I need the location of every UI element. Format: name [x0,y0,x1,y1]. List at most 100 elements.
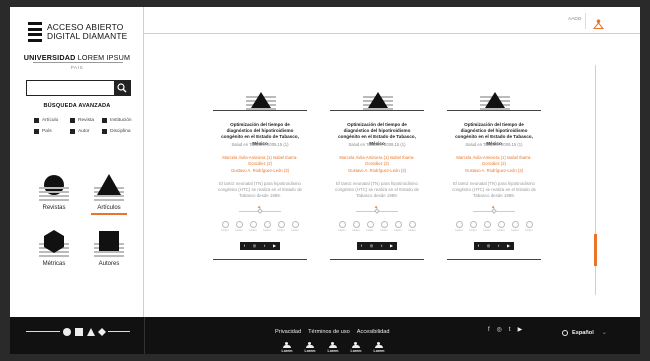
category-label: Artículos [97,205,121,211]
filter-label: Disciplina [110,129,131,134]
footer-link-privacidad[interactable]: Privacidad [275,329,301,335]
category-articulos[interactable]: Artículos [89,172,129,215]
metric-item[interactable]: Lorem [469,221,477,232]
language-selector[interactable]: Español ⌄ [562,329,607,336]
authors-line[interactable]: Marcela Ávila-Aminiera (1) Isabel Ibarra… [215,155,305,168]
authors-line[interactable]: Gustavo A. Rodríguez-León (3) [215,168,305,174]
account-button[interactable] [592,16,605,34]
search-button[interactable] [114,81,130,95]
authors-line[interactable]: Gustavo A. Rodríguez-León (3) [332,168,422,174]
filter-institucion[interactable]: Institución [102,118,138,123]
metric-item[interactable]: Lorem [352,221,360,232]
login-link[interactable]: AADD [568,17,581,22]
authors-line[interactable]: Gustavo A. Rodríguez-León (3) [449,168,539,174]
checkbox[interactable] [102,118,107,123]
metric-circle-icon [525,221,533,228]
authors-line[interactable]: Marcela Ávila-Aminiera (1) Isabel Ibarra… [332,155,422,168]
filter-articulo[interactable]: Artículo [34,118,70,123]
instagram-icon[interactable]: ◎ [497,327,502,334]
metric-item[interactable]: Lorem [277,221,285,232]
metric-label: Lorem [338,229,346,232]
article-card[interactable]: Optimización del tiempo de diagnóstico d… [213,92,307,260]
metric-item[interactable]: Lorem [338,221,346,232]
partner-logo[interactable]: Lorem [349,342,363,353]
partner-logo[interactable]: Lorem [372,342,386,353]
youtube-icon[interactable]: ▶ [518,327,523,334]
partner-label: Lorem [281,349,293,353]
metric-item[interactable]: Lorem [394,221,402,232]
metric-item[interactable]: Lorem [380,221,388,232]
checkbox[interactable] [34,118,39,123]
article-card[interactable]: Optimización del tiempo de diagnóstico d… [447,92,541,260]
authors-line[interactable]: Marcela Ávila-Aminiera (1) Isabel Ibarra… [449,155,539,168]
twitter-icon[interactable]: t [264,244,265,248]
metric-item[interactable]: Lorem [455,221,463,232]
article-thumbnail-icon [246,92,276,110]
footer-link-terminos[interactable]: Términos de uso [308,329,350,335]
twitter-icon[interactable]: t [381,244,382,248]
shapes-icon [63,328,106,336]
metric-label: Lorem [380,229,388,232]
article-card[interactable]: Optimización del tiempo de diagnóstico d… [330,92,424,260]
checkbox[interactable] [70,129,75,134]
metric-item[interactable]: Lorem [235,221,243,232]
category-revistas[interactable]: Revistas [34,172,74,211]
instagram-icon[interactable]: ◎ [487,244,491,248]
footer-link-accesibilidad[interactable]: Accesibilidad [357,329,390,335]
metric-item[interactable]: Lorem [525,221,533,232]
category-metricas[interactable]: Métricas [34,228,74,267]
card-bottom-rule [213,259,307,260]
instagram-icon[interactable]: ◎ [370,244,374,248]
metric-item[interactable]: Lorem [249,221,257,232]
card-bottom-rule [447,259,541,260]
metric-circle-icon [455,221,463,228]
sidebar: ACCESO ABIERTO DIGITAL DIAMANTE UNIVERSI… [10,7,144,317]
scrollbar-thumb[interactable] [594,234,597,266]
partner-logo[interactable]: Lorem [280,342,294,353]
article-abstract: El tamiz neonatal (TN) para hipotiroidis… [218,181,302,199]
category-label: Autores [98,261,120,267]
person-icon [305,342,315,348]
metric-item[interactable]: Lorem [263,221,271,232]
metric-circle-icon [483,221,491,228]
facebook-icon[interactable]: f [244,244,245,248]
filter-autor[interactable]: Autor [70,129,102,134]
metric-item[interactable]: Lorem [497,221,505,232]
site-logo[interactable]: ACCESO ABIERTO DIGITAL DIAMANTE [28,21,138,43]
metric-item[interactable]: Lorem [408,221,416,232]
logo-line-2: DIGITAL DIAMANTE [47,31,128,41]
filter-label: Institución [110,118,132,123]
metric-item[interactable]: Lorem [291,221,299,232]
partner-logo[interactable]: Lorem [326,342,340,353]
metric-item[interactable]: Lorem [511,221,519,232]
twitter-icon[interactable]: t [509,327,511,334]
filter-pais[interactable]: País [34,129,70,134]
search-input[interactable] [27,81,114,95]
youtube-icon[interactable]: ▶ [273,244,276,248]
metric-label: Lorem [483,229,491,232]
metric-label: Lorem [497,229,505,232]
partner-logo[interactable]: Lorem [303,342,317,353]
checkbox[interactable] [70,118,75,123]
checkbox[interactable] [102,129,107,134]
metric-circle-icon [497,221,505,228]
user-triangle-icon [592,19,605,29]
filter-disciplina[interactable]: Disciplina [102,129,138,134]
instagram-icon[interactable]: ◎ [253,244,257,248]
metric-item[interactable]: Lorem [366,221,374,232]
twitter-icon[interactable]: t [498,244,499,248]
metric-item[interactable]: Lorem [483,221,491,232]
metric-item[interactable]: Lorem [221,221,229,232]
filter-revista[interactable]: Revista [70,118,102,123]
facebook-icon[interactable]: f [361,244,362,248]
facebook-icon[interactable]: f [488,327,490,334]
youtube-icon[interactable]: ▶ [507,244,510,248]
category-autores[interactable]: Autores [89,228,129,267]
checkbox[interactable] [34,129,39,134]
topbar-divider [585,13,586,29]
footer-divider [144,317,145,354]
facebook-icon[interactable]: f [478,244,479,248]
metric-label: Lorem [366,229,374,232]
share-bar: f ◎ t ▶ [357,242,397,250]
youtube-icon[interactable]: ▶ [390,244,393,248]
